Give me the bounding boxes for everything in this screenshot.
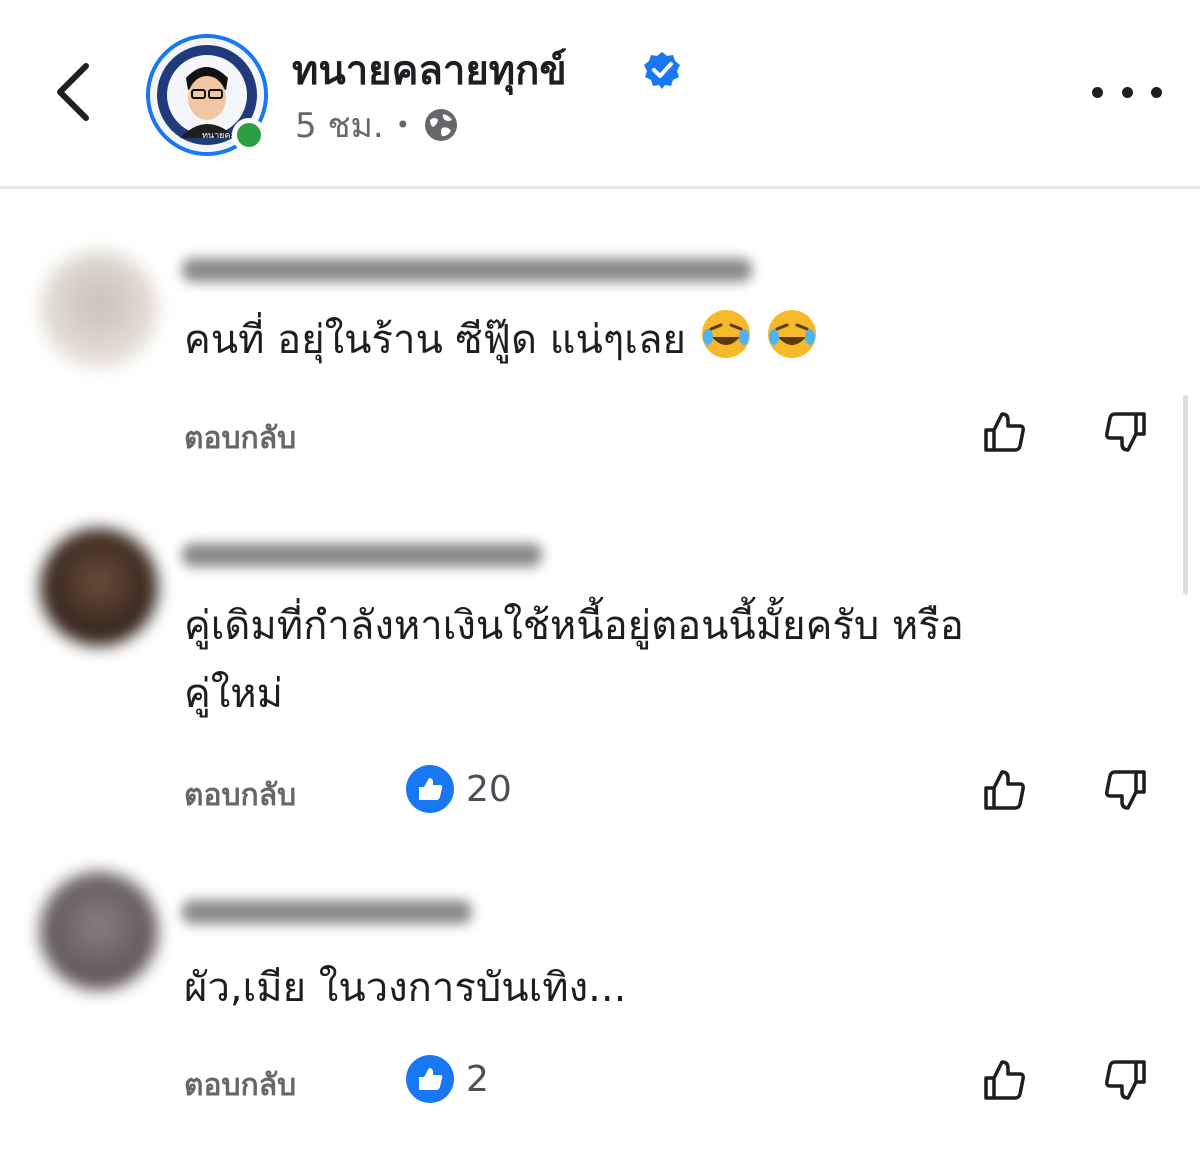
upvote-button[interactable] [976, 1052, 1032, 1108]
upvote-button[interactable] [976, 762, 1032, 818]
thumbs-up-icon [984, 770, 1025, 810]
reaction-summary[interactable]: 20 [406, 765, 512, 813]
reply-button[interactable]: ตอบกลับ [184, 1062, 296, 1109]
thumbs-down-icon [1105, 1060, 1146, 1100]
online-status-dot [232, 118, 266, 152]
thumbs-up-icon [984, 412, 1025, 452]
reply-button[interactable]: ตอบกลับ [184, 415, 296, 462]
more-dot [1121, 86, 1133, 98]
more-dot [1151, 86, 1162, 98]
post-header: ทนายคลายทุกข์ ทนายคลายทุกข์ 5 ชม. • [0, 0, 1200, 186]
upvote-button[interactable] [976, 404, 1032, 460]
commenter-avatar[interactable] [40, 528, 158, 646]
back-button[interactable] [40, 52, 104, 132]
post-meta: 5 ชม. • [295, 98, 460, 152]
thumbs-down-icon [1105, 770, 1146, 810]
laughing-emoji-icon [701, 310, 750, 358]
verified-badge-icon [644, 52, 680, 89]
like-count: 20 [466, 768, 512, 810]
thumbs-up-icon [984, 1060, 1025, 1100]
reaction-summary[interactable]: 2 [406, 1055, 489, 1103]
comment-text: ผัว,เมีย ในวงการบันเทิง... [184, 965, 627, 1011]
thumbs-up-icon [419, 778, 443, 800]
more-options-button[interactable] [1092, 72, 1162, 112]
downvote-button[interactable] [1098, 1052, 1154, 1108]
commenter-avatar[interactable] [40, 872, 158, 990]
thumbs-down-icon [1105, 412, 1146, 452]
commenter-name-redacted[interactable] [182, 258, 752, 282]
like-reaction-badge [406, 765, 454, 813]
like-reaction-badge [406, 1055, 454, 1103]
thumbs-up-icon [419, 1068, 443, 1090]
comment-text: คู่เดิมที่กำลังหาเงินใช้หนี้อยู่ตอนนี้มั… [184, 592, 964, 728]
downvote-button[interactable] [1098, 404, 1154, 460]
chevron-left-icon [57, 63, 89, 121]
scrollbar-thumb[interactable] [1183, 395, 1188, 595]
commenter-avatar[interactable] [40, 250, 158, 368]
commenter-name-redacted[interactable] [182, 900, 472, 924]
meta-separator: • [395, 111, 410, 139]
comment-text: คนที่ อยุ่ในร้าน ซีฟู๊ด แน่ๆเลย [184, 306, 819, 374]
post-time[interactable]: 5 ชม. [295, 98, 384, 152]
laughing-emoji-icon [768, 310, 817, 358]
globe-icon [424, 109, 457, 141]
comment-body-line: คู่ใหม่ [184, 671, 284, 717]
commenter-name-redacted[interactable] [182, 543, 542, 567]
downvote-button[interactable] [1098, 762, 1154, 818]
page-name[interactable]: ทนายคลายทุกข์ [292, 38, 567, 102]
comment-body-line: คู่เดิมที่กำลังหาเงินใช้หนี้อยู่ตอนนี้มั… [184, 603, 964, 649]
header-divider [0, 186, 1200, 189]
like-count: 2 [466, 1058, 489, 1100]
reply-button[interactable]: ตอบกลับ [184, 772, 296, 819]
comment-body: คนที่ อยุ่ในร้าน ซีฟู๊ด แน่ๆเลย [184, 317, 686, 363]
more-dot [1092, 86, 1103, 98]
